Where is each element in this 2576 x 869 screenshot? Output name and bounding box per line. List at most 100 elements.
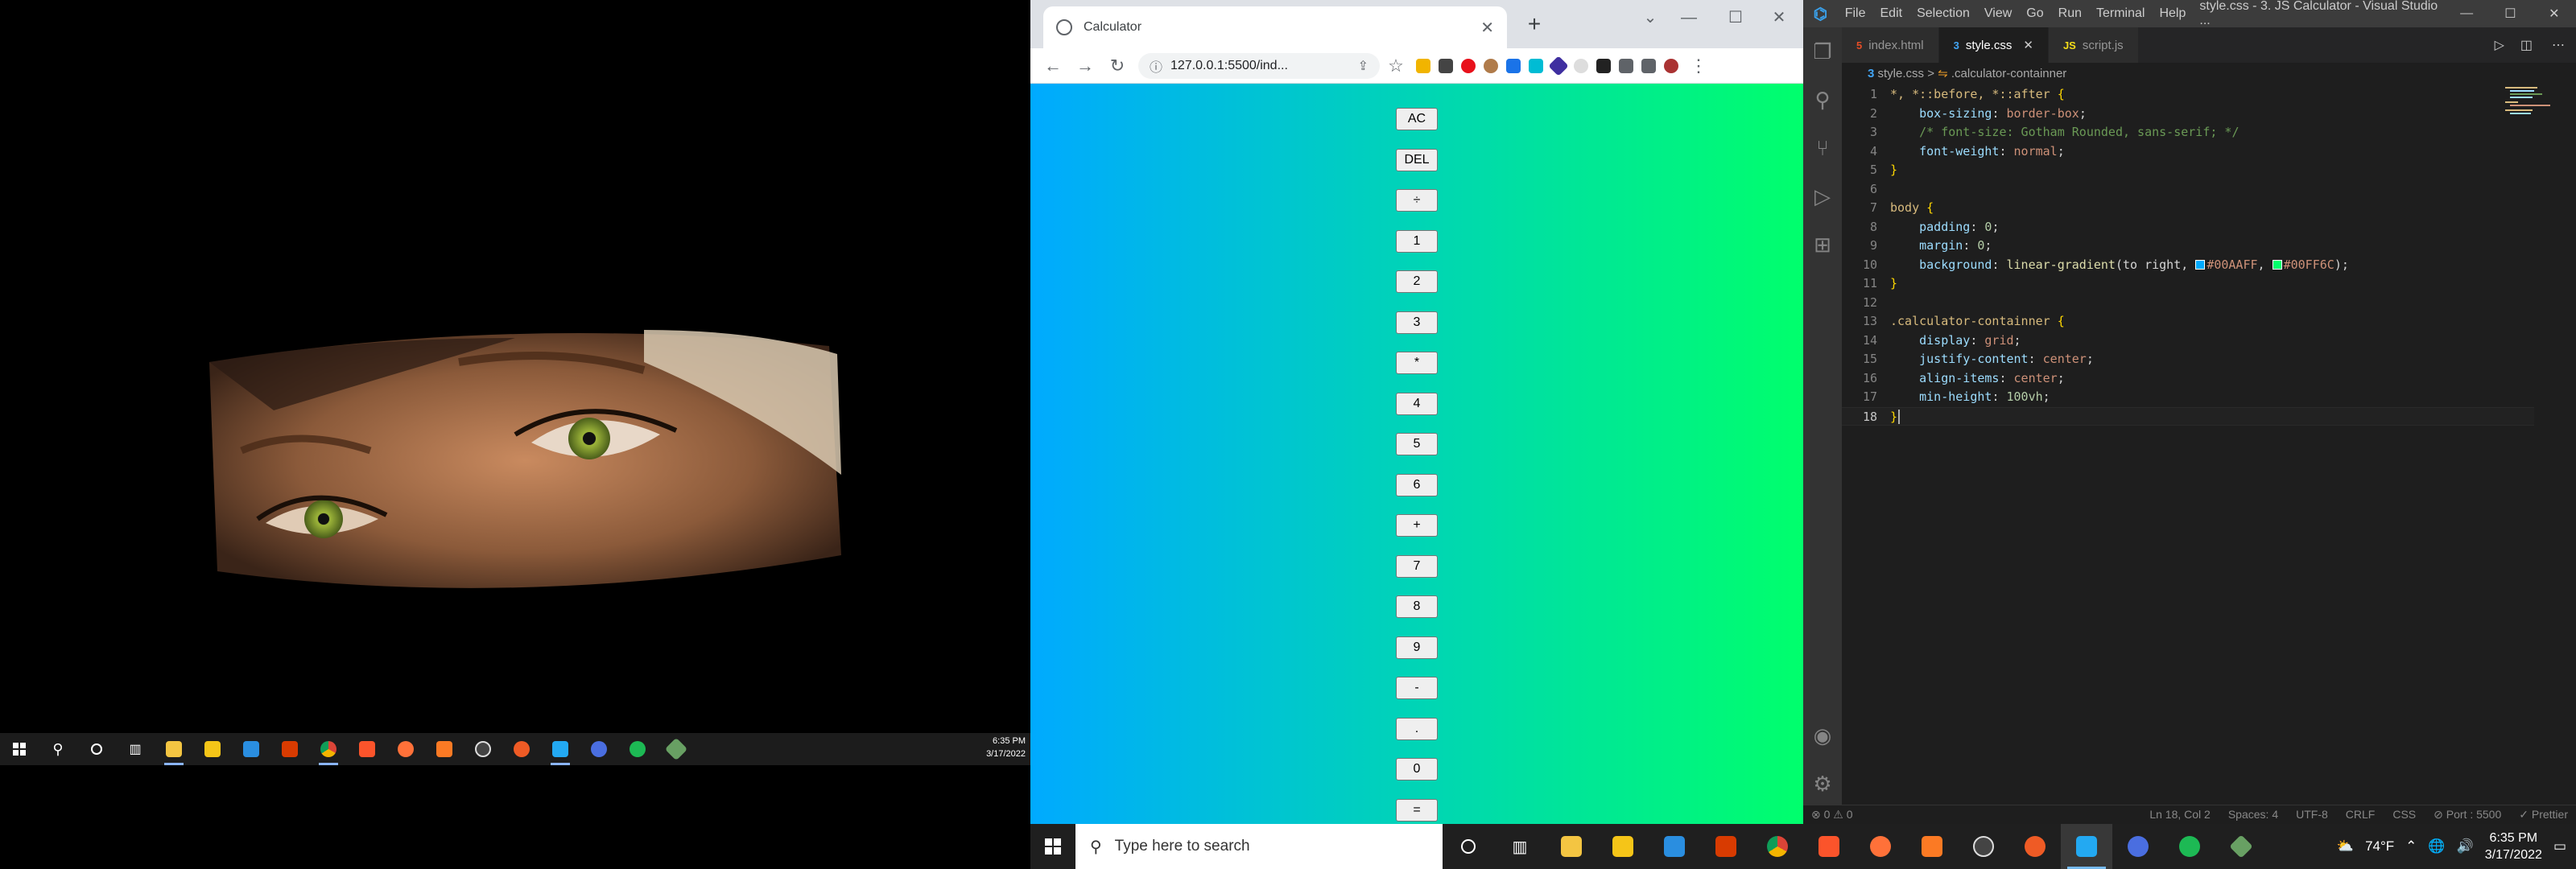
- vscode-close-icon[interactable]: ✕: [2533, 6, 2576, 22]
- calc-button[interactable]: 3: [1396, 311, 1438, 334]
- calc-button[interactable]: AC: [1396, 108, 1438, 130]
- weather-icon[interactable]: ⛅: [2337, 838, 2354, 855]
- tab-style-css[interactable]: 3 style.css ✕: [1938, 27, 2049, 63]
- start-icon[interactable]: [0, 733, 39, 765]
- start-button[interactable]: [1030, 824, 1075, 869]
- calc-button[interactable]: 6: [1396, 473, 1438, 496]
- chrome-menu-icon[interactable]: ⋮: [1682, 56, 1715, 76]
- cursor-position[interactable]: Ln 18, Col 2: [2149, 808, 2211, 822]
- vscode-maximize-icon[interactable]: ☐: [2488, 6, 2532, 22]
- calc-button[interactable]: .: [1396, 717, 1438, 740]
- calc-button[interactable]: 5: [1396, 433, 1438, 455]
- extension-red-circle-icon[interactable]: [1457, 55, 1480, 77]
- extensions-icon[interactable]: ⊞: [1803, 220, 1842, 269]
- run-icon[interactable]: ▷: [2487, 27, 2512, 63]
- network-icon[interactable]: 🌐: [2428, 838, 2445, 855]
- obs-icon[interactable]: [464, 733, 502, 765]
- calc-button[interactable]: 1: [1396, 229, 1438, 253]
- calc-button[interactable]: *: [1396, 352, 1438, 374]
- chrome-icon[interactable]: [309, 733, 348, 765]
- cortana-icon[interactable]: [77, 733, 116, 765]
- left-clock[interactable]: 6:35 PM 3/17/2022: [986, 735, 1026, 760]
- extension-arrow-icon[interactable]: [1592, 55, 1615, 77]
- extensions-puzzle-icon[interactable]: [1615, 55, 1637, 77]
- mail-icon[interactable]: [232, 733, 270, 765]
- postman-icon[interactable]: [502, 733, 541, 765]
- breadcrumb-file[interactable]: style.css: [1878, 67, 1925, 80]
- reload-button[interactable]: ↻: [1101, 56, 1133, 76]
- close-tab-icon[interactable]: ✕: [1480, 18, 1494, 38]
- obs-icon[interactable]: [1958, 824, 2009, 869]
- chrome-icon[interactable]: [1752, 824, 1803, 869]
- settings-gear-icon[interactable]: ⚙: [1803, 760, 1842, 808]
- clock[interactable]: 6:35 PM 3/17/2022: [2485, 830, 2542, 863]
- language-mode[interactable]: CSS: [2392, 808, 2416, 822]
- split-editor-icon[interactable]: ◫: [2512, 27, 2541, 63]
- close-window-icon[interactable]: ✕: [1760, 3, 1798, 32]
- app-w-icon[interactable]: [580, 733, 618, 765]
- volume-icon[interactable]: 🔊: [2457, 838, 2474, 855]
- menu-file[interactable]: File: [1838, 6, 1873, 21]
- calc-button[interactable]: -: [1396, 677, 1438, 699]
- explorer-icon[interactable]: ❐: [1803, 27, 1842, 76]
- calc-button[interactable]: +: [1396, 514, 1438, 537]
- xampp-icon[interactable]: [1906, 824, 1958, 869]
- calc-button[interactable]: 8: [1396, 595, 1438, 618]
- postman-icon[interactable]: [2009, 824, 2061, 869]
- extension-cookie-icon[interactable]: [1480, 55, 1502, 77]
- bookmark-star-icon[interactable]: ☆: [1380, 56, 1412, 76]
- office-icon[interactable]: [270, 733, 309, 765]
- search-icon[interactable]: ⚲: [1803, 76, 1842, 124]
- task-view-icon[interactable]: ▥: [116, 733, 155, 765]
- store-icon[interactable]: [1597, 824, 1649, 869]
- account-icon[interactable]: ◉: [1803, 711, 1842, 760]
- vscode-icon[interactable]: [2061, 824, 2112, 869]
- menu-edit[interactable]: Edit: [1873, 6, 1910, 21]
- chrome-tab-calculator[interactable]: Calculator ✕: [1043, 6, 1507, 48]
- calc-button[interactable]: 0: [1396, 758, 1438, 780]
- encoding-status[interactable]: UTF-8: [2296, 808, 2328, 822]
- menu-run[interactable]: Run: [2051, 6, 2089, 21]
- calc-button[interactable]: 4: [1396, 392, 1438, 415]
- eol-status[interactable]: CRLF: [2346, 808, 2376, 822]
- close-tab-icon[interactable]: ✕: [2023, 38, 2033, 52]
- brave-icon[interactable]: [348, 733, 386, 765]
- forward-button[interactable]: →: [1069, 56, 1101, 76]
- menu-terminal[interactable]: Terminal: [2089, 6, 2152, 21]
- cortana-icon[interactable]: [1443, 824, 1494, 869]
- menu-go[interactable]: Go: [2019, 6, 2050, 21]
- prettier-status[interactable]: ✓ Prettier: [2519, 808, 2568, 822]
- share-icon[interactable]: ⇪: [1358, 58, 1368, 74]
- calc-button[interactable]: ÷: [1396, 189, 1438, 212]
- code-editor[interactable]: 1 *, *::before, *::after { 2 box-sizing: …: [1842, 85, 2534, 426]
- task-view-icon[interactable]: ▥: [1494, 824, 1546, 869]
- firefox-icon[interactable]: [1855, 824, 1906, 869]
- weather-temp[interactable]: 74°F: [2365, 838, 2394, 855]
- menu-view[interactable]: View: [1977, 6, 2019, 21]
- tab-script-js[interactable]: JS script.js: [2048, 27, 2139, 63]
- vscode-icon[interactable]: [541, 733, 580, 765]
- minimize-icon[interactable]: —: [1670, 3, 1708, 32]
- address-bar[interactable]: ⓘ 127.0.0.1:5500/ind... ⇪: [1138, 52, 1380, 79]
- menu-help[interactable]: Help: [2152, 6, 2193, 21]
- taskbar-search-box[interactable]: ⚲ Type here to search: [1075, 824, 1443, 869]
- indentation-status[interactable]: Spaces: 4: [2228, 808, 2278, 822]
- notification-icon[interactable]: ▭: [2553, 838, 2566, 855]
- office-icon[interactable]: [1700, 824, 1752, 869]
- extension-layers-icon[interactable]: [1547, 55, 1570, 77]
- reading-list-icon[interactable]: [1637, 55, 1660, 77]
- extension-cyan-icon[interactable]: [1525, 55, 1547, 77]
- run-debug-icon[interactable]: ▷: [1803, 172, 1842, 220]
- maximize-icon[interactable]: ☐: [1716, 3, 1755, 32]
- extension-eyes-icon[interactable]: [1570, 55, 1592, 77]
- file-explorer-icon[interactable]: [155, 733, 193, 765]
- app-green-dot-icon[interactable]: [618, 733, 657, 765]
- source-control-icon[interactable]: ⑂: [1803, 124, 1842, 172]
- calc-button[interactable]: 2: [1396, 270, 1438, 293]
- calc-button[interactable]: DEL: [1396, 148, 1438, 171]
- mail-icon[interactable]: [1649, 824, 1700, 869]
- show-hidden-icons-icon[interactable]: ⌃: [2405, 838, 2417, 855]
- nodejs-icon[interactable]: [2215, 824, 2267, 869]
- app-green-dot-icon[interactable]: [2164, 824, 2215, 869]
- search-icon[interactable]: ⚲: [39, 733, 77, 765]
